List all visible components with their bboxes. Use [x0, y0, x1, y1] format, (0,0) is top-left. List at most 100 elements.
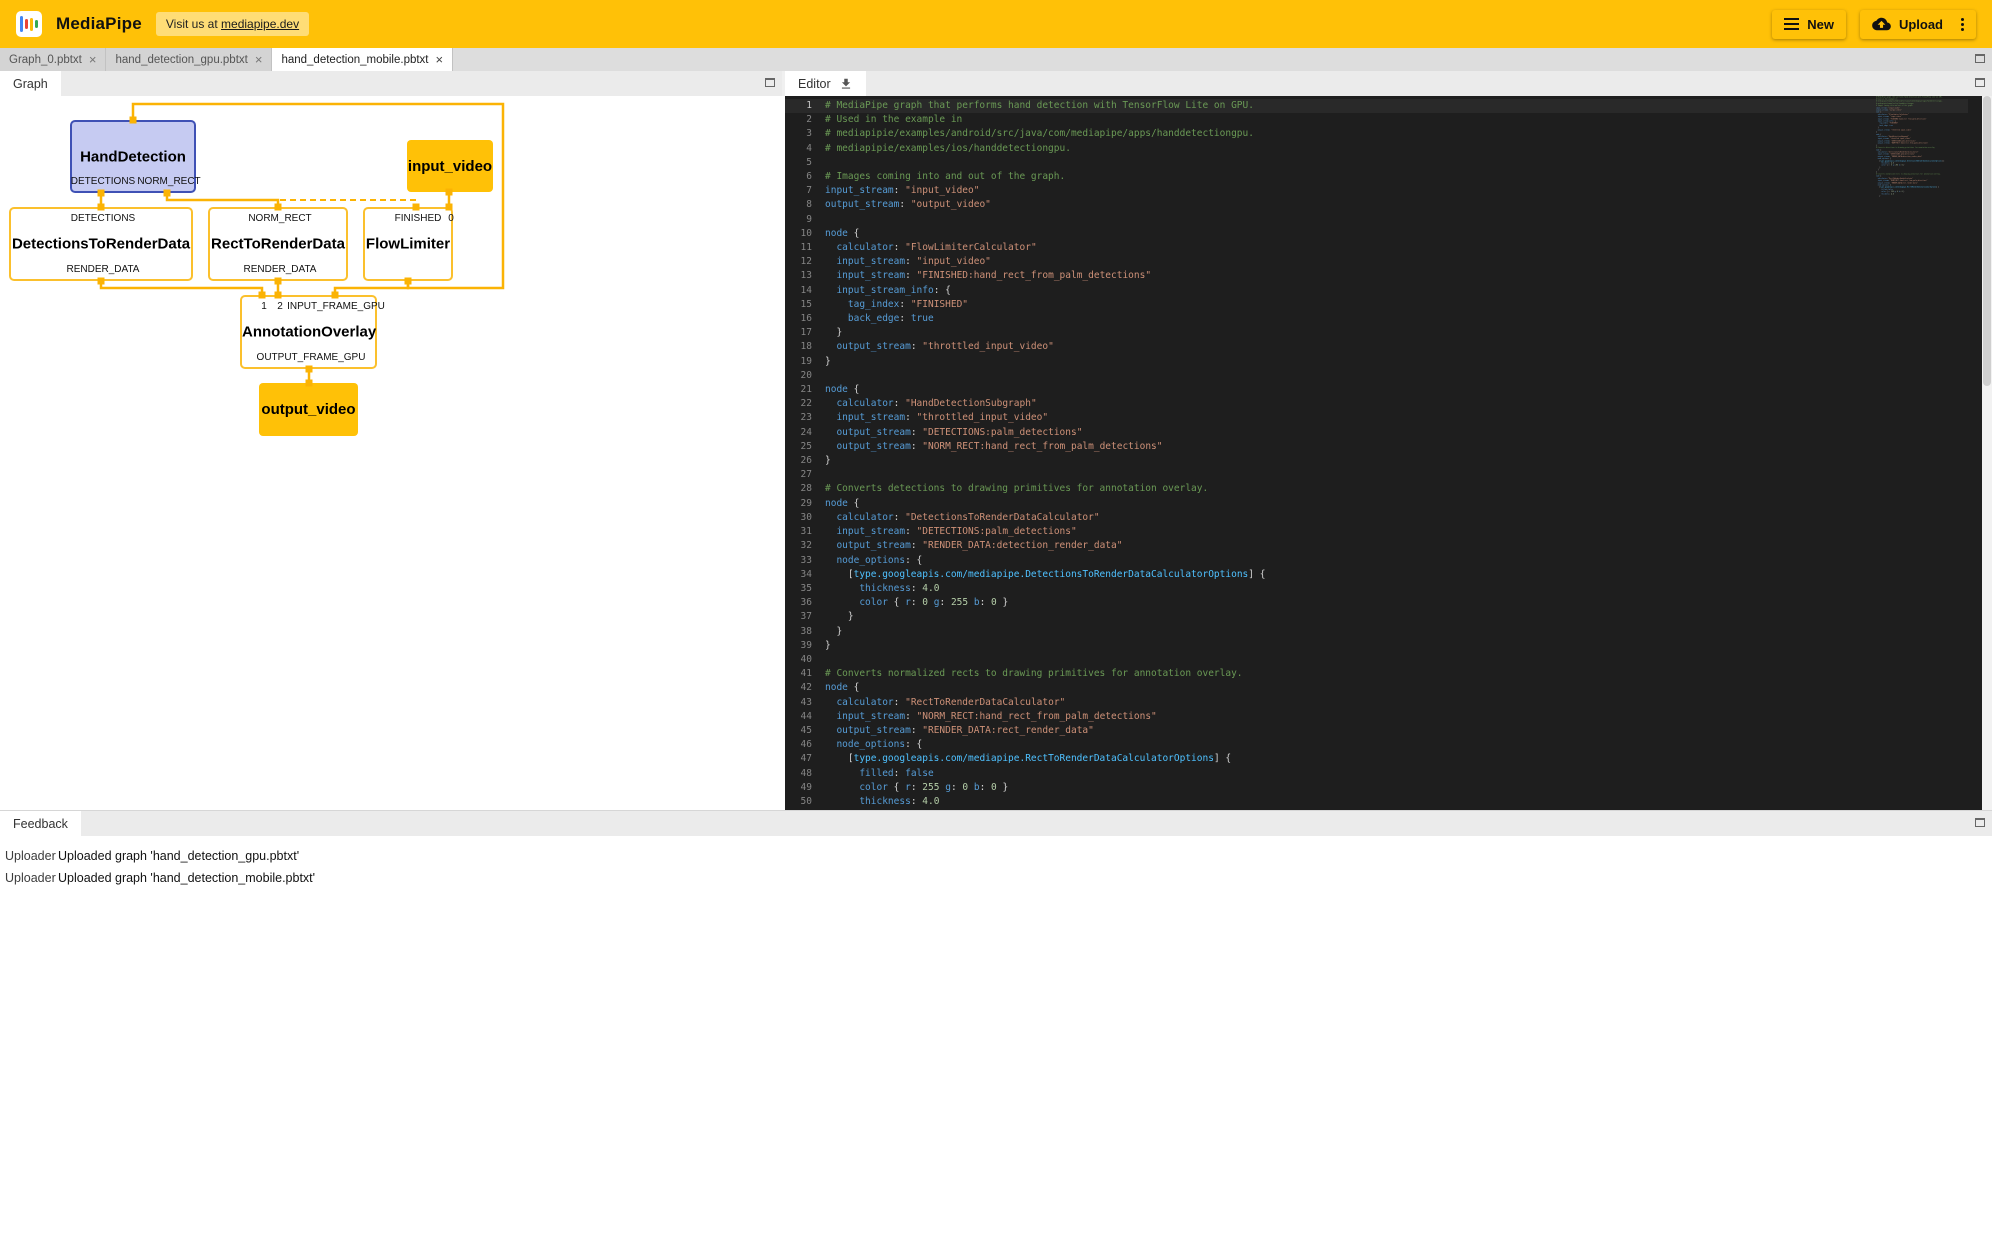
code-line[interactable]: 9	[785, 213, 1968, 227]
line-number: 22	[785, 397, 825, 411]
code-line[interactable]: 10node {	[785, 227, 1968, 241]
graph-expand-icon[interactable]	[765, 78, 775, 87]
code-line[interactable]: 18 output_stream: "throttled_input_video…	[785, 340, 1968, 354]
file-tab[interactable]: hand_detection_gpu.pbtxt×	[106, 48, 272, 71]
code-line[interactable]: 28# Converts detections to drawing primi…	[785, 482, 1968, 496]
graph-canvas[interactable]: HandDetectionDETECTIONSNORM_RECT input_vi…	[0, 96, 785, 810]
code-line[interactable]: 27	[785, 468, 1968, 482]
code-line[interactable]: 11 calculator: "FlowLimiterCalculator"	[785, 241, 1968, 255]
file-tab-bar: Graph_0.pbtxt×hand_detection_gpu.pbtxt×h…	[0, 48, 1992, 71]
kebab-menu-icon[interactable]	[1957, 18, 1964, 31]
code-line[interactable]: 36 color { r: 0 g: 255 b: 0 }	[785, 596, 1968, 610]
line-number: 10	[785, 227, 825, 241]
code-line[interactable]: 41# Converts normalized rects to drawing…	[785, 667, 1968, 681]
new-button[interactable]: New	[1772, 10, 1846, 39]
editor-minimap[interactable]: # MediaPipe graph that performs hand det…	[1876, 96, 1978, 222]
code-line[interactable]: 13 input_stream: "FINISHED:hand_rect_fro…	[785, 269, 1968, 283]
code-line[interactable]: 7input_stream: "input_video"	[785, 184, 1968, 198]
code-line[interactable]: 30 calculator: "DetectionsToRenderDataCa…	[785, 511, 1968, 525]
code-line[interactable]: 4# mediapipie/examples/ios/handdetection…	[785, 142, 1968, 156]
line-number: 7	[785, 184, 825, 198]
line-number: 18	[785, 340, 825, 354]
code-line[interactable]: 32 output_stream: "RENDER_DATA:detection…	[785, 539, 1968, 553]
tab-close-icon[interactable]: ×	[436, 53, 444, 66]
graph-tab[interactable]: Graph	[0, 71, 61, 96]
code-line[interactable]: 15 tag_index: "FINISHED"	[785, 298, 1968, 312]
code-line[interactable]: 16 back_edge: true	[785, 312, 1968, 326]
mediapipe-logo-icon	[16, 11, 42, 37]
file-tab[interactable]: Graph_0.pbtxt×	[0, 48, 106, 71]
tab-close-icon[interactable]: ×	[89, 53, 97, 66]
graph-node-output_video[interactable]: output_video	[259, 383, 358, 436]
line-number: 2	[785, 113, 825, 127]
code-line[interactable]: 44 input_stream: "NORM_RECT:hand_rect_fr…	[785, 710, 1968, 724]
download-icon[interactable]	[839, 77, 853, 91]
code-line[interactable]: 31 input_stream: "DETECTIONS:palm_detect…	[785, 525, 1968, 539]
line-number: 42	[785, 681, 825, 695]
code-line[interactable]: 51 }	[785, 809, 1968, 810]
tab-close-icon[interactable]: ×	[255, 53, 263, 66]
editor-tab[interactable]: Editor	[785, 71, 866, 96]
line-number: 47	[785, 752, 825, 766]
code-line[interactable]: 12 input_stream: "input_video"	[785, 255, 1968, 269]
graph-node-handdetection[interactable]: HandDetectionDETECTIONSNORM_RECT	[70, 120, 196, 193]
graph-node-recttorenderdata[interactable]: NORM_RECTRectToRenderDataRENDER_DATA	[208, 207, 348, 281]
code-line[interactable]: 29node {	[785, 497, 1968, 511]
graph-node-flowlimiter[interactable]: FINISHED0FlowLimiter	[363, 207, 453, 281]
code-line[interactable]: 48 filled: false	[785, 767, 1968, 781]
upload-button[interactable]: Upload	[1860, 10, 1976, 39]
graph-node-input_video[interactable]: input_video	[407, 140, 493, 192]
node-title: RectToRenderData	[210, 236, 346, 253]
code-line[interactable]: 49 color { r: 255 g: 0 b: 0 }	[785, 781, 1968, 795]
code-line[interactable]: 43 calculator: "RectToRenderDataCalculat…	[785, 696, 1968, 710]
code-line[interactable]: 6# Images coming into and out of the gra…	[785, 170, 1968, 184]
line-number: 20	[785, 369, 825, 383]
code-line[interactable]: 39}	[785, 639, 1968, 653]
code-line[interactable]: 1# MediaPipe graph that performs hand de…	[785, 99, 1968, 113]
code-line[interactable]: 38 }	[785, 625, 1968, 639]
editor-panel: Editor 1# MediaPipe graph that performs …	[785, 71, 1992, 810]
code-line[interactable]: 47 [type.googleapis.com/mediapipe.RectTo…	[785, 752, 1968, 766]
code-line[interactable]: 23 input_stream: "throttled_input_video"	[785, 411, 1968, 425]
code-line[interactable]: 17 }	[785, 326, 1968, 340]
line-number: 34	[785, 568, 825, 582]
editor-expand-icon[interactable]	[1975, 78, 1985, 87]
code-line[interactable]: 40	[785, 653, 1968, 667]
feedback-entry: UploaderUploaded graph 'hand_detection_m…	[5, 867, 1987, 889]
code-line[interactable]: 50 thickness: 4.0	[785, 795, 1968, 809]
code-line[interactable]: 33 node_options: {	[785, 554, 1968, 568]
code-line[interactable]: 21node {	[785, 383, 1968, 397]
code-line[interactable]: 26}	[785, 454, 1968, 468]
code-line[interactable]: 8output_stream: "output_video"	[785, 198, 1968, 212]
port-label: DETECTIONS	[71, 213, 135, 224]
line-number: 27	[785, 468, 825, 482]
code-editor[interactable]: 1# MediaPipe graph that performs hand de…	[785, 96, 1992, 810]
code-line[interactable]: 37 }	[785, 610, 1968, 624]
file-tab[interactable]: hand_detection_mobile.pbtxt×	[272, 48, 453, 71]
code-line[interactable]: 34 [type.googleapis.com/mediapipe.Detect…	[785, 568, 1968, 582]
code-line[interactable]: 42node {	[785, 681, 1968, 695]
graph-node-annotationoverlay[interactable]: 12INPUT_FRAME_GPUAnnotationOverlayOUTPUT…	[240, 295, 377, 369]
app-header: MediaPipe Visit us at mediapipe.dev New …	[0, 0, 1992, 48]
line-number: 49	[785, 781, 825, 795]
mediapipe-dev-link[interactable]: mediapipe.dev	[221, 17, 299, 31]
code-line[interactable]: 20	[785, 369, 1968, 383]
code-line[interactable]: 14 input_stream_info: {	[785, 284, 1968, 298]
code-line[interactable]: 22 calculator: "HandDetectionSubgraph"	[785, 397, 1968, 411]
code-line[interactable]: 45 output_stream: "RENDER_DATA:rect_rend…	[785, 724, 1968, 738]
graph-node-detectionstorenderdata[interactable]: DETECTIONSDetectionsToRenderDataRENDER_D…	[9, 207, 193, 281]
scrollbar-thumb[interactable]	[1983, 96, 1991, 386]
code-line[interactable]: 35 thickness: 4.0	[785, 582, 1968, 596]
line-number: 26	[785, 454, 825, 468]
code-line[interactable]: 46 node_options: {	[785, 738, 1968, 752]
code-line[interactable]: 3# mediapipie/examples/android/src/java/…	[785, 127, 1968, 141]
code-line[interactable]: 2# Used in the example in	[785, 113, 1968, 127]
code-line[interactable]: 19}	[785, 355, 1968, 369]
code-line[interactable]: 25 output_stream: "NORM_RECT:hand_rect_f…	[785, 440, 1968, 454]
feedback-tab[interactable]: Feedback	[0, 811, 81, 836]
code-line[interactable]: 24 output_stream: "DETECTIONS:palm_detec…	[785, 426, 1968, 440]
layout-expand-icon[interactable]	[1975, 54, 1985, 63]
editor-scrollbar[interactable]	[1982, 96, 1992, 810]
code-line[interactable]: 5	[785, 156, 1968, 170]
feedback-expand-icon[interactable]	[1975, 818, 1985, 827]
